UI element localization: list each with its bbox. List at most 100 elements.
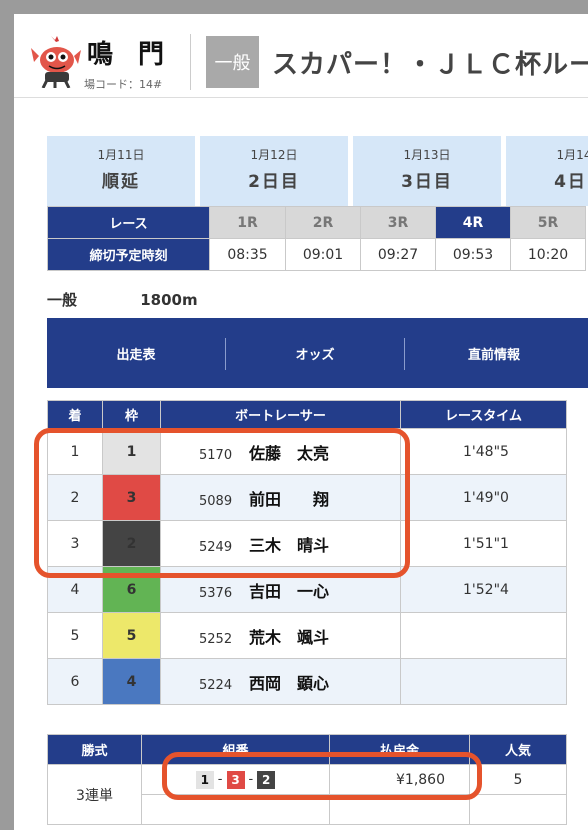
racer-cell: 5170 佐藤 太亮 [160,428,401,475]
frame-cell: 1 [102,428,161,475]
racer-reg-no: 5376 [199,585,233,601]
table-row: 3連単 1 - 3 - 2 ¥1,860 5 [47,764,567,825]
racer-name[interactable]: 吉田 一心 [249,582,329,601]
combo-frame-1st: 1 [195,770,214,789]
racer-name[interactable]: 西岡 顕心 [249,674,329,693]
combo-cell [141,794,330,825]
race-time-cell [400,658,567,705]
racer-name[interactable]: 三木 晴斗 [249,536,329,555]
col-header-combo: 組番 [141,734,330,765]
race-grade: 一般 [47,291,78,309]
deadline-time: 09:01 [285,238,361,271]
rank-cell: 6 [47,658,103,705]
payout-amount: ¥1,860 [329,764,470,795]
header-divider [190,34,191,90]
race-title: スカパー！・ＪＬＣ杯ルーキーシリーズ [272,50,588,80]
racer-reg-no: 5089 [199,493,233,509]
combo-separator: - [217,772,223,787]
frame-cell: 5 [102,612,161,659]
day-tab-3[interactable]: 1月13日 3日目 [353,136,501,206]
day-tab-date: 1月11日 [97,148,145,162]
racer-cell: 5224 西岡 顕心 [160,658,401,705]
payout-table: 勝式 組番 払戻金 人気 3連単 1 - 3 - 2 ¥1,860 5 [47,734,567,825]
nav-entries-link[interactable]: 出走表 [47,318,225,388]
grade-badge: 一般 [206,36,259,88]
race-header: レース [47,206,210,239]
page-header: 鳴 門 場コード：14# 一般 スカパー！・ＪＬＣ杯ルーキーシリーズ [14,14,588,98]
race-time-cell: 1'52"4 [400,566,567,613]
deadline-time: 10:20 [510,238,586,271]
mascot-icon [31,36,81,88]
combo-separator: - [248,772,254,787]
rank-cell: 1 [47,428,103,475]
racer-name[interactable]: 佐藤 太亮 [249,444,329,463]
day-tab-label: 3日目 [401,172,453,192]
combo-display: 1 - 3 - 2 [142,770,329,789]
deadline-time: 09:53 [435,238,511,271]
rank-cell: 2 [47,474,103,521]
racer-cell: 5376 吉田 一心 [160,566,401,613]
day-tab-label: 順延 [102,172,140,192]
racer-name[interactable]: 前田 翔 [249,490,329,509]
col-header-time: レースタイム [400,400,567,429]
combo-frame-3rd: 2 [257,770,276,789]
nav-odds-link[interactable]: オッズ [226,318,404,388]
deadline-time: 08:35 [209,238,286,271]
race-tab-1r[interactable]: 1R [209,206,286,239]
table-row: 4 6 5376 吉田 一心 1'52"4 [47,566,567,613]
table-row: 2 3 5089 前田 翔 1'49"0 [47,474,567,521]
day-tab-4[interactable]: 1月14日 4日目 [506,136,588,206]
race-distance: 1800m [140,291,198,309]
racer-reg-no: 5249 [199,539,233,555]
race-tab-3r[interactable]: 3R [360,206,436,239]
popularity-cell: 5 [469,764,567,795]
race-tab-2r[interactable]: 2R [285,206,361,239]
race-time-cell: 1'48"5 [400,428,567,475]
frame-cell: 6 [102,566,161,613]
rank-cell: 5 [47,612,103,659]
rank-cell: 3 [47,520,103,567]
racer-name[interactable]: 荒木 颯斗 [249,628,329,647]
table-row: 6 4 5224 西岡 顕心 [47,658,567,705]
race-tab-4r[interactable]: 4R [435,206,511,239]
race-info: 一般 1800m [47,289,198,310]
result-table: 着 枠 ボートレーサー レースタイム 1 1 5170 佐藤 太亮 1'48"5 … [47,400,567,705]
deadline-header: 締切予定時刻 [47,238,210,271]
page: 鳴 門 場コード：14# 一般 スカパー！・ＪＬＣ杯ルーキーシリーズ 1月11日… [14,14,588,830]
col-header-rank: 着 [47,400,103,429]
frame-cell: 4 [102,658,161,705]
stadium-name: 鳴 門 [87,40,173,70]
race-nav-bar: 出走表 オッズ 直前情報 [47,318,588,388]
day-tab-1[interactable]: 1月11日 順延 [47,136,195,206]
table-row: 5 5 5252 荒木 颯斗 [47,612,567,659]
day-tab-date: 1月13日 [403,148,451,162]
combo-cell: 1 - 3 - 2 [141,764,330,795]
race-tab-5r[interactable]: 5R [510,206,586,239]
racer-reg-no: 5224 [199,677,233,693]
racer-reg-no: 5170 [199,447,233,463]
bet-type-cell: 3連単 [47,764,142,825]
racer-reg-no: 5252 [199,631,233,647]
col-header-popularity: 人気 [469,734,567,765]
race-time-cell: 1'51"1 [400,520,567,567]
race-number-table: レース 1R 2R 3R 4R 5R 締切予定時刻 08:35 09:01 09… [47,206,586,271]
day-tab-2[interactable]: 1月12日 2日目 [200,136,348,206]
col-header-frame: 枠 [102,400,161,429]
day-tab-date: 1月14日 [556,148,588,162]
racer-cell: 5249 三木 晴斗 [160,520,401,567]
racer-cell: 5252 荒木 颯斗 [160,612,401,659]
frame-cell: 3 [102,474,161,521]
race-time-cell: 1'49"0 [400,474,567,521]
col-header-payout: 払戻金 [329,734,470,765]
race-time-cell [400,612,567,659]
payout-amount [329,794,470,825]
col-header-bet-type: 勝式 [47,734,142,765]
day-tab-date: 1月12日 [250,148,298,162]
deadline-time: 09:27 [360,238,436,271]
frame-cell: 2 [102,520,161,567]
nav-pre-info-link[interactable]: 直前情報 [405,318,583,388]
col-header-racer: ボートレーサー [160,400,401,429]
rank-cell: 4 [47,566,103,613]
table-row: 1 1 5170 佐藤 太亮 1'48"5 [47,428,567,475]
racer-cell: 5089 前田 翔 [160,474,401,521]
